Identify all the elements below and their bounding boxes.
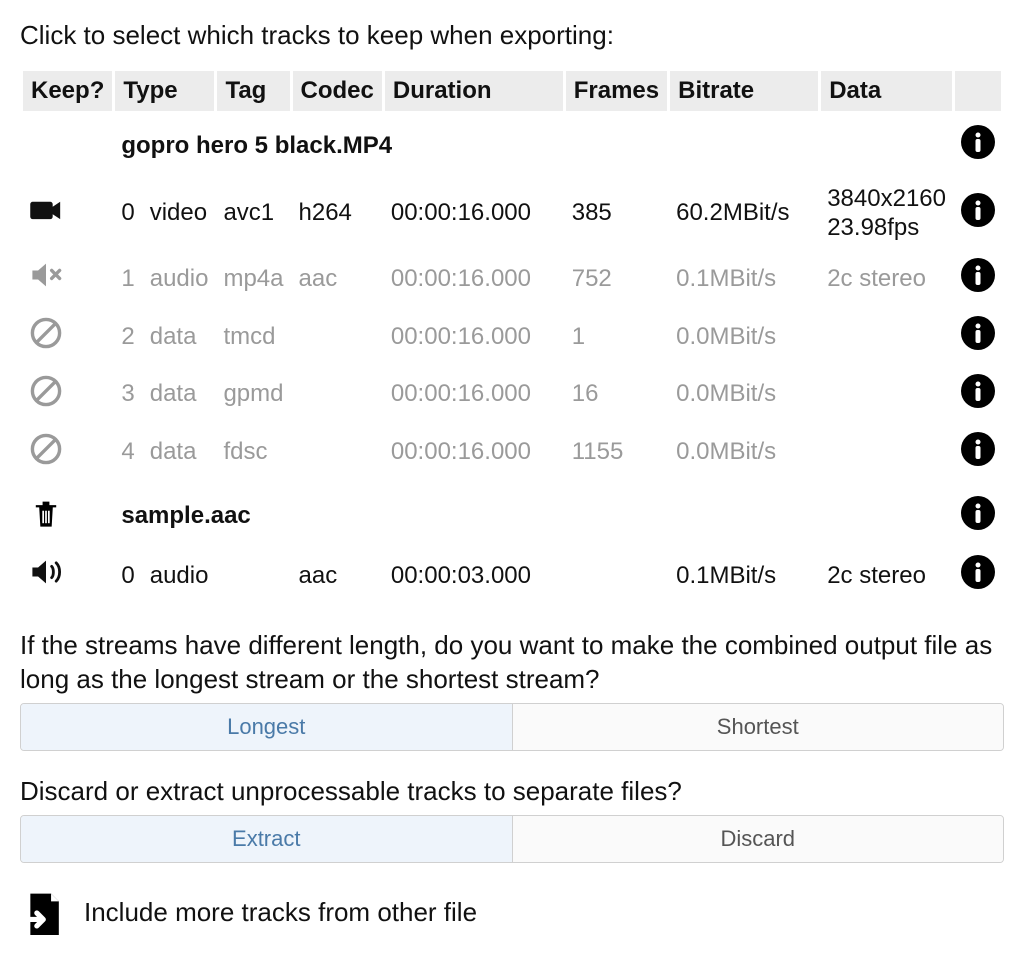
tracks-table: Keep? Type Tag Codec Duration Frames Bit…: [20, 71, 1004, 605]
length-segmented: Longest Shortest: [20, 703, 1004, 751]
track-type: audio: [144, 250, 215, 308]
header-data: Data: [821, 71, 952, 111]
track-frames: 16: [566, 366, 667, 424]
track-index: 0: [115, 547, 140, 605]
trash-icon[interactable]: [29, 509, 63, 536]
track-tag: avc1: [217, 177, 289, 251]
track-frames: 1155: [566, 424, 667, 482]
track-codec: [293, 308, 382, 366]
header-frames: Frames: [566, 71, 667, 111]
video-on-icon[interactable]: [29, 206, 63, 233]
ban-icon[interactable]: [29, 387, 63, 414]
track-index: 3: [115, 366, 140, 424]
track-type: data: [144, 366, 215, 424]
track-index: 1: [115, 250, 140, 308]
track-row[interactable]: 0videoavc1h26400:00:16.00038560.2MBit/s3…: [23, 177, 1001, 251]
info-button[interactable]: [961, 555, 995, 589]
track-duration: 00:00:03.000: [385, 547, 563, 605]
length-option-shortest[interactable]: Shortest: [512, 704, 1004, 750]
track-bitrate: 0.0MBit/s: [670, 366, 818, 424]
discard-segmented: Extract Discard: [20, 815, 1004, 863]
track-frames: [566, 547, 667, 605]
ban-icon[interactable]: [29, 329, 63, 356]
file-import-icon: [20, 891, 64, 935]
info-button[interactable]: [961, 125, 995, 159]
info-button[interactable]: [961, 193, 995, 227]
info-button[interactable]: [961, 432, 995, 466]
track-row[interactable]: 1audiomp4aaac00:00:16.0007520.1MBit/s2c …: [23, 250, 1001, 308]
include-more-label: Include more tracks from other file: [84, 897, 477, 928]
track-data: 2c stereo: [821, 547, 952, 605]
track-codec: h264: [293, 177, 382, 251]
info-button[interactable]: [961, 496, 995, 530]
track-duration: 00:00:16.000: [385, 308, 563, 366]
discard-option-extract[interactable]: Extract: [21, 816, 512, 862]
discard-prompt: Discard or extract unprocessable tracks …: [20, 775, 1004, 809]
track-row[interactable]: 4datafdsc 00:00:16.00011550.0MBit/s: [23, 424, 1001, 482]
track-type: data: [144, 424, 215, 482]
file-row: gopro hero 5 black.MP4: [23, 111, 1001, 177]
length-option-longest[interactable]: Longest: [21, 704, 512, 750]
track-duration: 00:00:16.000: [385, 177, 563, 251]
track-data: 2c stereo: [821, 250, 952, 308]
header-type: Type: [115, 71, 214, 111]
track-frames: 1: [566, 308, 667, 366]
track-bitrate: 0.1MBit/s: [670, 547, 818, 605]
track-row[interactable]: 2datatmcd 00:00:16.00010.0MBit/s: [23, 308, 1001, 366]
length-prompt: If the streams have different length, do…: [20, 629, 1004, 697]
track-index: 0: [115, 177, 140, 251]
header-codec: Codec: [293, 71, 382, 111]
track-tag: tmcd: [217, 308, 289, 366]
track-bitrate: 60.2MBit/s: [670, 177, 818, 251]
track-tag: mp4a: [217, 250, 289, 308]
track-type: video: [144, 177, 215, 251]
audio-mute-icon[interactable]: [29, 271, 63, 298]
audio-on-icon[interactable]: [29, 568, 63, 595]
track-data: [821, 366, 952, 424]
track-duration: 00:00:16.000: [385, 250, 563, 308]
discard-option-discard[interactable]: Discard: [512, 816, 1004, 862]
track-tag: [217, 547, 289, 605]
track-codec: [293, 366, 382, 424]
include-more-button[interactable]: Include more tracks from other file: [20, 891, 1004, 935]
header-tag: Tag: [217, 71, 289, 111]
track-duration: 00:00:16.000: [385, 366, 563, 424]
info-button[interactable]: [961, 258, 995, 292]
track-bitrate: 0.0MBit/s: [670, 424, 818, 482]
track-bitrate: 0.0MBit/s: [670, 308, 818, 366]
track-frames: 752: [566, 250, 667, 308]
track-data: 3840x216023.98fps: [821, 177, 952, 251]
track-index: 4: [115, 424, 140, 482]
file-name: sample.aac: [115, 482, 952, 548]
file-name: gopro hero 5 black.MP4: [115, 111, 952, 177]
track-codec: aac: [293, 250, 382, 308]
instruction-text: Click to select which tracks to keep whe…: [20, 20, 1004, 51]
info-button[interactable]: [961, 374, 995, 408]
track-data: [821, 308, 952, 366]
track-codec: [293, 424, 382, 482]
track-bitrate: 0.1MBit/s: [670, 250, 818, 308]
file-row: sample.aac: [23, 482, 1001, 548]
track-type: audio: [144, 547, 215, 605]
info-button[interactable]: [961, 316, 995, 350]
track-data: [821, 424, 952, 482]
track-type: data: [144, 308, 215, 366]
header-keep: Keep?: [23, 71, 112, 111]
track-row[interactable]: 0audio aac00:00:03.000 0.1MBit/s2c stereo: [23, 547, 1001, 605]
ban-icon[interactable]: [29, 445, 63, 472]
track-duration: 00:00:16.000: [385, 424, 563, 482]
track-index: 2: [115, 308, 140, 366]
track-tag: gpmd: [217, 366, 289, 424]
track-tag: fdsc: [217, 424, 289, 482]
track-frames: 385: [566, 177, 667, 251]
header-bitrate: Bitrate: [670, 71, 818, 111]
header-duration: Duration: [385, 71, 563, 111]
track-row[interactable]: 3datagpmd 00:00:16.000160.0MBit/s: [23, 366, 1001, 424]
track-codec: aac: [293, 547, 382, 605]
